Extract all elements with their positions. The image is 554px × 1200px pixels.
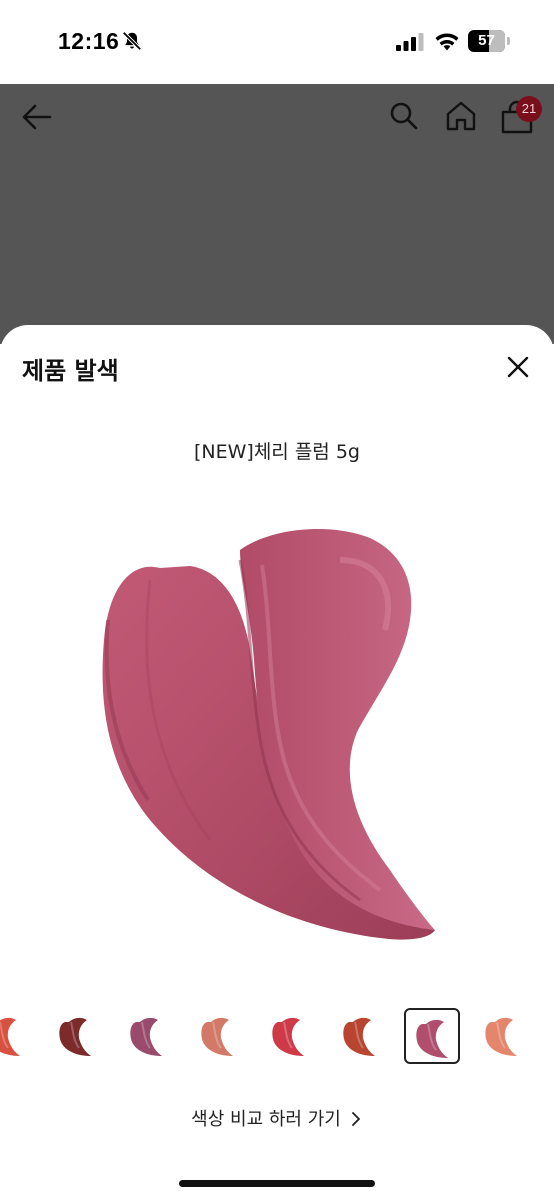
compare-colors-label: 색상 비교 하러 가기 — [191, 1109, 341, 1130]
compare-colors-link[interactable]: 색상 비교 하러 가기 — [0, 1105, 554, 1131]
back-arrow-icon[interactable] — [20, 100, 54, 134]
bell-slash-icon — [122, 31, 142, 51]
color-thumbnail[interactable] — [120, 1008, 176, 1064]
color-thumbnail[interactable] — [49, 1008, 105, 1064]
cellular-signal-icon — [396, 33, 424, 51]
home-icon[interactable] — [444, 99, 478, 133]
color-thumbnail[interactable] — [0, 1008, 34, 1064]
color-thumbnail[interactable] — [333, 1008, 389, 1064]
color-thumbnail[interactable] — [191, 1008, 247, 1064]
battery-level: 57 — [478, 32, 495, 49]
status-time: 12:16 — [58, 28, 120, 54]
cart-count-badge[interactable]: 21 — [516, 96, 542, 122]
status-bar: 12:16 57 — [0, 0, 554, 84]
battery-cap — [507, 37, 510, 45]
swatch-thumb-icon — [0, 1017, 20, 1056]
chevron-right-icon — [351, 1112, 360, 1126]
sheet-title: 제품 발색 — [22, 357, 119, 385]
battery-body: 57 — [468, 30, 505, 52]
product-name: [NEW]체리 플럼 5g — [194, 441, 360, 463]
color-thumbnail[interactable] — [404, 1008, 460, 1064]
search-icon[interactable] — [388, 100, 420, 132]
swatch-thumb-icon — [272, 1017, 304, 1056]
lipstick-swatch-image — [102, 528, 436, 940]
color-thumbnail[interactable] — [475, 1008, 531, 1064]
swatch-thumb-icon — [201, 1017, 233, 1056]
close-icon[interactable] — [504, 353, 532, 381]
swatch-thumb-icon — [416, 1019, 448, 1058]
color-thumbnail[interactable] — [262, 1008, 318, 1064]
swatch-thumb-icon — [343, 1017, 375, 1056]
wifi-icon — [435, 33, 459, 51]
color-swatch-sheet: 제품 발색 [NEW]체리 플럼 5g 색상 비교 하러 가기 — [0, 325, 554, 1200]
color-thumbnail-row — [0, 1008, 554, 1068]
swatch-thumb-icon — [485, 1017, 517, 1056]
swatch-thumb-icon — [130, 1017, 162, 1056]
swatch-thumb-icon — [59, 1017, 91, 1056]
home-indicator — [179, 1180, 375, 1187]
screen: 12:16 57 21 제품 발색 [NEW]체리 플럼 5g 색상 비교 하러… — [0, 0, 554, 1200]
battery-icon: 57 — [468, 30, 510, 52]
